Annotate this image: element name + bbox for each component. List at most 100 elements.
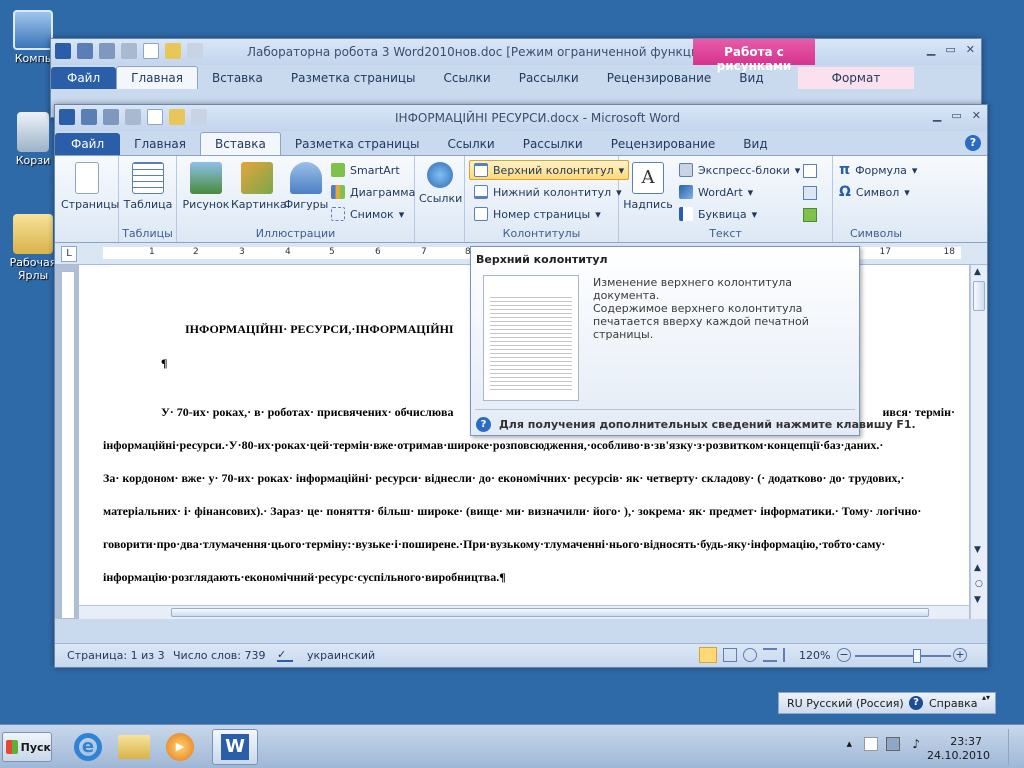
language-bar-options-icon[interactable]: ▴▾	[979, 693, 993, 713]
web-layout-view-icon[interactable]	[743, 648, 757, 662]
tab-insert[interactable]: Вставка	[198, 67, 277, 89]
new-doc-icon[interactable]	[147, 109, 163, 125]
tab-insert[interactable]: Вставка	[200, 132, 281, 155]
textbox-button[interactable]: A Надпись	[623, 162, 673, 211]
zoom-out-icon[interactable]: −	[837, 648, 851, 662]
footer-button[interactable]: Нижний колонтитул ▾	[474, 182, 622, 202]
zoom-slider[interactable]	[855, 649, 951, 663]
tab-review[interactable]: Рецензирование	[597, 133, 730, 155]
new-doc-icon[interactable]	[143, 43, 159, 59]
scroll-up-arrow-icon[interactable]: ▲	[974, 267, 981, 277]
redo-icon[interactable]	[125, 109, 141, 125]
vertical-scrollbar[interactable]: ▲ ▼ ▲ ○ ▼	[970, 265, 987, 619]
table-button[interactable]: Таблица	[123, 162, 173, 211]
tab-page-layout[interactable]: Разметка страницы	[277, 67, 430, 89]
tab-references[interactable]: Ссылки	[430, 67, 505, 89]
zoom-slider-thumb[interactable]	[913, 649, 921, 663]
language-indicator[interactable]: RU Русский (Россия)	[787, 697, 904, 710]
object-icon[interactable]	[803, 208, 817, 222]
pages-icon	[75, 162, 99, 194]
tab-file[interactable]: Файл	[55, 133, 121, 155]
show-desktop-button[interactable]	[1008, 729, 1020, 765]
taskbar-word[interactable]: W	[212, 729, 258, 765]
print-preview-icon[interactable]	[187, 43, 203, 59]
tab-view[interactable]: Вид	[725, 67, 777, 89]
wordart-button[interactable]: WordArt ▾	[679, 182, 753, 202]
dropcap-button[interactable]: Буквица ▾	[679, 204, 757, 224]
tab-references[interactable]: Ссылки	[434, 133, 509, 155]
tab-mailings[interactable]: Рассылки	[509, 133, 597, 155]
print-preview-icon[interactable]	[191, 109, 207, 125]
help-icon[interactable]: ?	[965, 135, 981, 151]
taskbar-explorer[interactable]	[114, 729, 154, 765]
tab-home[interactable]: Главная	[120, 133, 200, 155]
tab-review[interactable]: Рецензирование	[593, 67, 726, 89]
start-button[interactable]: Пуск	[2, 732, 52, 762]
open-icon[interactable]	[169, 109, 185, 125]
tab-view[interactable]: Вид	[729, 133, 781, 155]
outline-view-icon[interactable]	[763, 648, 777, 662]
scroll-down-arrow-icon[interactable]: ▼	[974, 545, 981, 555]
show-hidden-icons-icon[interactable]: ▴	[846, 737, 852, 750]
minimize-button[interactable]: ▁	[933, 109, 941, 122]
close-button[interactable]: ✕	[972, 109, 981, 122]
save-icon[interactable]	[77, 43, 93, 59]
undo-icon[interactable]	[99, 43, 115, 59]
tab-file[interactable]: Файл	[51, 67, 117, 89]
redo-icon[interactable]	[121, 43, 137, 59]
zoom-in-icon[interactable]: +	[953, 648, 967, 662]
pages-button[interactable]: Страницы	[61, 162, 119, 211]
save-icon[interactable]	[81, 109, 97, 125]
taskbar-media-player[interactable]: ▶	[160, 729, 200, 765]
proofing-icon[interactable]: ✓	[277, 648, 293, 662]
undo-icon[interactable]	[103, 109, 119, 125]
chart-button[interactable]: Диаграмма	[331, 182, 415, 202]
browse-object-icon[interactable]: ○	[975, 579, 983, 589]
minimize-button[interactable]: ▁	[927, 43, 935, 56]
previous-page-icon[interactable]: ▲	[974, 563, 981, 573]
taskbar-internet-explorer[interactable]: e	[68, 729, 108, 765]
zoom-level[interactable]: 120%	[799, 649, 830, 662]
links-button[interactable]: Ссылки	[419, 162, 462, 205]
horizontal-scroll-thumb[interactable]	[171, 608, 929, 617]
vertical-scroll-thumb[interactable]	[973, 281, 985, 311]
page-number-button[interactable]: Номер страницы ▾	[474, 204, 601, 224]
clock-date[interactable]: 24.10.2010	[927, 749, 990, 762]
tab-mailings[interactable]: Рассылки	[505, 67, 593, 89]
shapes-button[interactable]: Фигуры	[283, 162, 329, 211]
clock-time[interactable]: 23:37	[950, 735, 982, 748]
date-time-icon[interactable]	[803, 186, 817, 200]
horizontal-scrollbar[interactable]	[79, 605, 969, 619]
draft-view-icon[interactable]	[783, 648, 797, 662]
volume-icon[interactable]: ♪	[912, 737, 920, 751]
picture-button[interactable]: Рисунок	[181, 162, 231, 211]
language-status[interactable]: украинский	[307, 649, 375, 662]
maximize-button[interactable]: ▭	[951, 109, 961, 122]
symbol-button[interactable]: Ω Символ ▾	[839, 182, 910, 202]
close-button[interactable]: ✕	[966, 43, 975, 56]
clipart-button[interactable]: Картинка	[231, 162, 287, 211]
action-center-icon[interactable]	[864, 737, 878, 751]
back-title-bar[interactable]: Лабораторна робота 3 Word2010нов.doc [Ре…	[51, 39, 981, 73]
quickparts-button[interactable]: Экспресс-блоки ▾	[679, 160, 800, 180]
print-layout-view-icon[interactable]	[699, 647, 717, 663]
tab-selector-icon[interactable]: L	[61, 246, 77, 262]
open-icon[interactable]	[165, 43, 181, 59]
language-help-button[interactable]: Справка	[929, 697, 977, 710]
signature-line-icon[interactable]	[803, 164, 817, 178]
page-count-status[interactable]: Страница: 1 из 3	[67, 649, 165, 662]
textbox-icon: A	[632, 162, 664, 194]
equation-button[interactable]: π Формула ▾	[839, 160, 917, 180]
tab-format[interactable]: Формат	[797, 67, 915, 89]
word-count-status[interactable]: Число слов: 739	[173, 649, 266, 662]
smartart-button[interactable]: SmartArt	[331, 160, 400, 180]
header-button[interactable]: Верхний колонтитул ▾	[469, 160, 630, 180]
tab-page-layout[interactable]: Разметка страницы	[281, 133, 434, 155]
full-screen-view-icon[interactable]	[723, 648, 737, 662]
maximize-button[interactable]: ▭	[945, 43, 955, 56]
front-title-bar[interactable]: ІНФОРМАЦІЙНІ РЕСУРСИ.docx - Microsoft Wo…	[55, 105, 987, 131]
screenshot-button[interactable]: Снимок ▾	[331, 204, 404, 224]
tab-home[interactable]: Главная	[116, 66, 198, 89]
network-icon[interactable]	[886, 737, 900, 751]
next-page-icon[interactable]: ▼	[974, 595, 981, 605]
